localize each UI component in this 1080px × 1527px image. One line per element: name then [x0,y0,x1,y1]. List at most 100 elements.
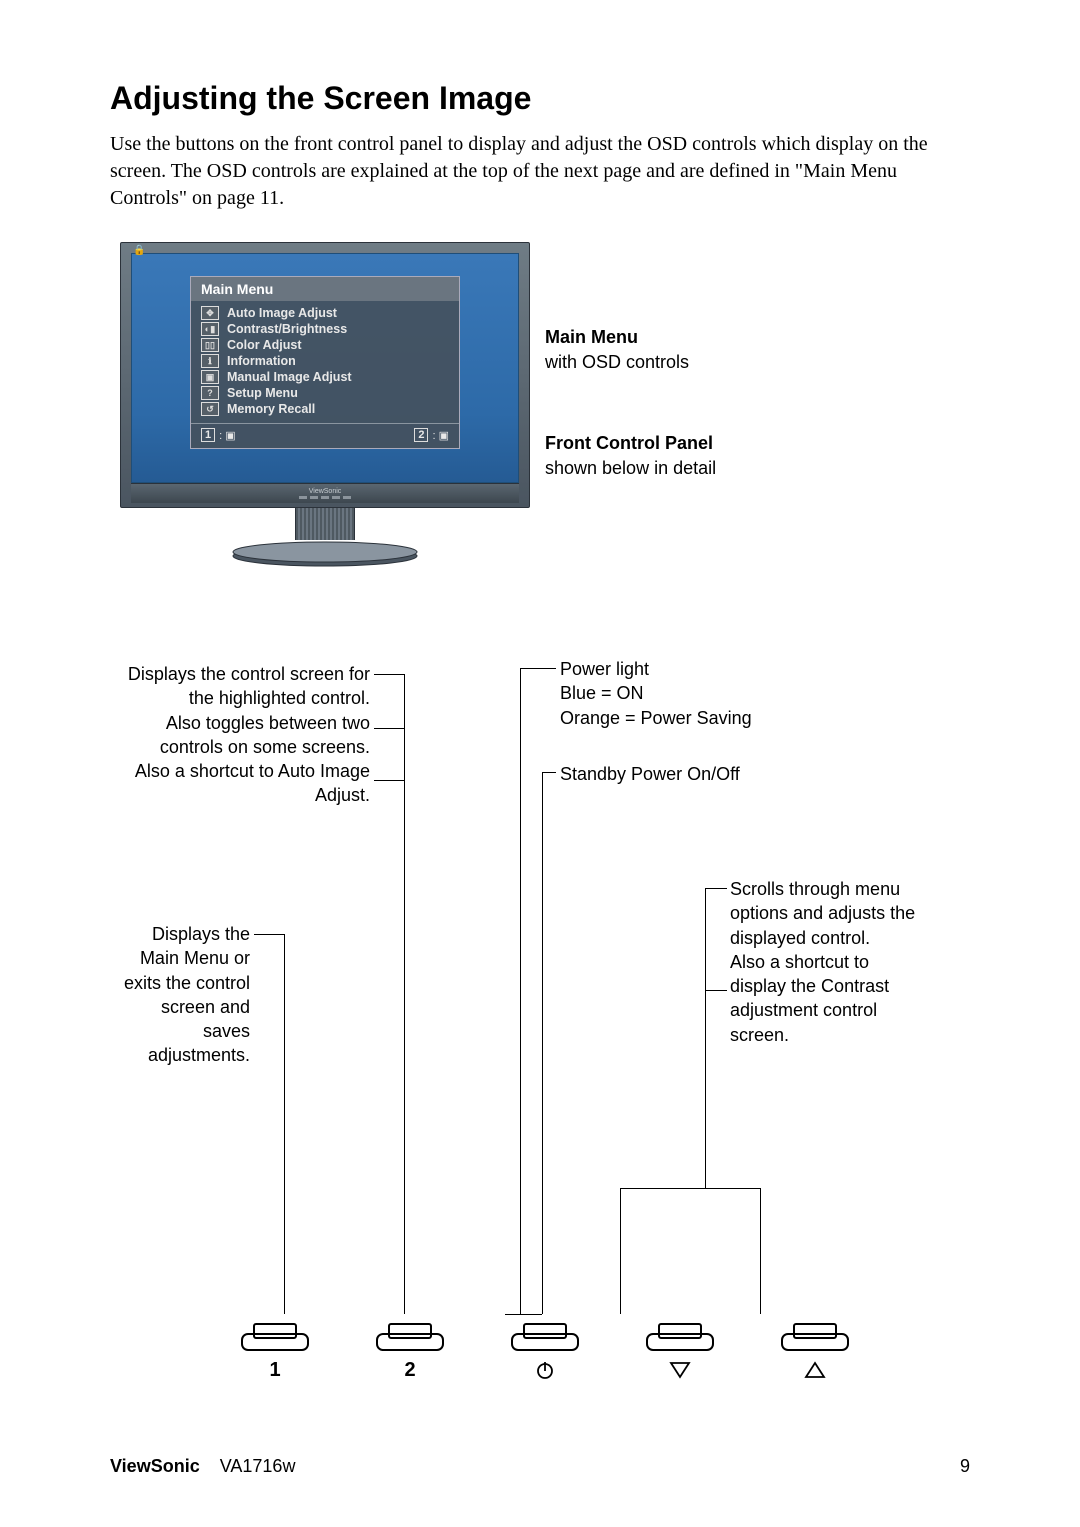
leader-line [620,1188,705,1189]
footer-left: ViewSonic VA1716w [110,1456,295,1477]
main-menu-label: Main Menu with OSD controls [545,327,865,373]
osd-item: ✥ Auto Image Adjust [201,305,449,321]
callout-arrows: Scrolls through menu options and adjusts… [730,877,930,1047]
button-power [510,1322,580,1382]
osd-foot-sym: : ▣ [219,429,236,442]
monitor-illustration: 🔒 Main Menu ✥ Auto Image Adjust ◐▮ Contras… [110,242,970,602]
leader-line [542,772,543,1314]
auto-adjust-icon: ✥ [201,306,219,320]
callout-line: Power light [560,657,820,681]
main-menu-text: with OSD controls [545,352,865,373]
osd-foot-num: 2 [414,428,428,442]
callout-line: Also a shortcut to Auto Image Adjust. [110,759,370,808]
callout-line: Displays the control screen for the high… [110,662,370,711]
leader-line [374,780,404,781]
callout-line: Blue = ON [560,681,820,705]
footer-model: VA1716w [220,1456,296,1476]
leader-line [705,888,727,889]
callout-line: Orange = Power Saving [560,706,820,730]
callout-button2: Displays the control screen for the high… [110,662,370,808]
leader-line [284,934,285,1314]
osd-foot-sym: : ▣ [432,429,449,442]
page-title: Adjusting the Screen Image [110,80,970,117]
leader-line [760,1188,761,1314]
leader-line [520,668,521,1314]
callout-line: Displays the Main Menu or exits the cont… [110,922,250,1068]
callout-power-light: Power light Blue = ON Orange = Power Sav… [560,657,820,730]
intro-paragraph: Use the buttons on the front control pan… [110,131,970,212]
osd-item: ? Setup Menu [201,385,449,401]
osd-item: ▯▯ Color Adjust [201,337,449,353]
triangle-down-icon [669,1358,691,1382]
leader-line [520,668,556,669]
power-icon [535,1358,555,1382]
contrast-icon: ◐▮ [201,322,219,336]
manual-icon: ▣ [201,370,219,384]
button-2: 2 [375,1322,445,1382]
footer-brand: ViewSonic [110,1456,200,1476]
osd-foot-num: 1 [201,428,215,442]
osd-item-label: Color Adjust [227,338,302,352]
leader-line [404,674,405,1314]
setup-icon: ? [201,386,219,400]
front-panel-text: shown below in detail [545,458,865,479]
button-up [780,1322,850,1382]
leader-line [620,1188,621,1314]
monitor-screen: Main Menu ✥ Auto Image Adjust ◐▮ Contrast/… [131,253,519,483]
monitor-chin: ViewSonic [131,483,519,503]
monitor-stand-base [230,540,420,568]
callout-button1: Displays the Main Menu or exits the cont… [110,922,250,1068]
front-button-strip [299,496,351,499]
osd-title: Main Menu [191,277,459,301]
leader-line [705,1188,760,1189]
osd-item: ◐▮ Contrast/Brightness [201,321,449,337]
callout-line: Also toggles between two controls on som… [110,711,370,760]
osd-item-label: Auto Image Adjust [227,306,337,320]
leader-line [705,888,706,1188]
osd-item-label: Contrast/Brightness [227,322,347,336]
front-panel-title: Front Control Panel [545,433,865,454]
osd-items: ✥ Auto Image Adjust ◐▮ Contrast/Brightness… [191,301,459,423]
recall-icon: ↺ [201,402,219,416]
monitor-bezel: 🔒 Main Menu ✥ Auto Image Adjust ◐▮ Contras… [120,242,530,508]
main-menu-title: Main Menu [545,327,865,348]
page-footer: ViewSonic VA1716w 9 [110,1456,970,1477]
callout-standby: Standby Power On/Off [560,762,760,786]
leader-line [374,728,404,729]
osd-foot-left: 1 : ▣ [201,428,236,442]
osd-panel: Main Menu ✥ Auto Image Adjust ◐▮ Contrast/… [190,276,460,449]
button-down [645,1322,715,1382]
info-icon: ℹ [201,354,219,368]
osd-item: ▣ Manual Image Adjust [201,369,449,385]
leader-line [254,934,284,935]
osd-footer: 1 : ▣ 2 : ▣ [191,423,459,448]
callout-line: Standby Power On/Off [560,762,760,786]
callout-line: Scrolls through menu options and adjusts… [730,877,930,950]
side-labels: Main Menu with OSD controls Front Contro… [545,327,865,539]
osd-foot-right: 2 : ▣ [414,428,449,442]
osd-item: ℹ Information [201,353,449,369]
osd-item-label: Manual Image Adjust [227,370,352,384]
button-diagram: Displays the control screen for the high… [110,642,970,1402]
lock-icon: 🔒 [133,245,145,256]
osd-item-label: Setup Menu [227,386,298,400]
leader-line [505,1314,542,1315]
color-icon: ▯▯ [201,338,219,352]
osd-item: ↺ Memory Recall [201,401,449,417]
monitor-brand-label: ViewSonic [309,488,342,495]
monitor-graphic: 🔒 Main Menu ✥ Auto Image Adjust ◐▮ Contras… [120,242,530,568]
footer-page-number: 9 [960,1456,970,1477]
button-1: 1 [240,1322,310,1382]
hardware-buttons: 1 2 [240,1322,850,1382]
monitor-stand-neck [295,508,355,540]
button-2-label: 2 [404,1358,415,1382]
osd-item-label: Information [227,354,296,368]
leader-line [705,990,727,991]
front-panel-label: Front Control Panel shown below in detai… [545,433,865,479]
osd-item-label: Memory Recall [227,402,315,416]
leader-line [542,772,556,773]
triangle-up-icon [804,1358,826,1382]
leader-line [374,674,404,675]
callout-line: Also a shortcut to display the Contrast … [730,950,930,1047]
button-1-label: 1 [269,1358,280,1382]
